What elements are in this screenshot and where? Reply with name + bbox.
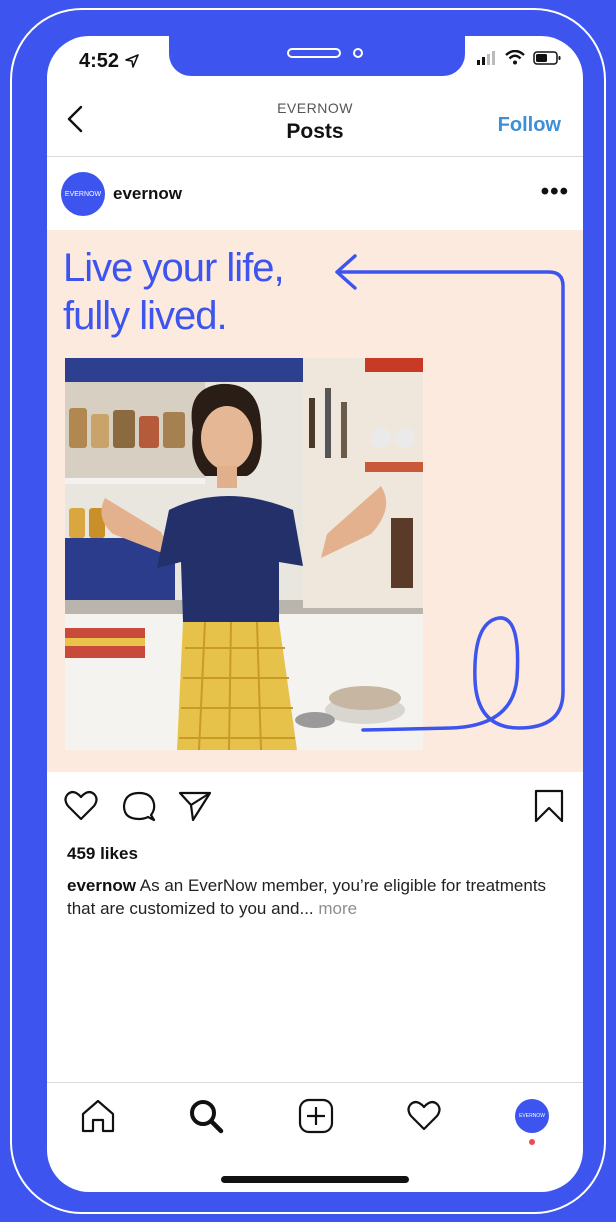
decorative-arrow-loop (335, 254, 565, 732)
speaker-grille (287, 48, 341, 58)
post-actions (47, 780, 583, 840)
notification-dot (529, 1139, 535, 1145)
search-icon[interactable] (187, 1097, 225, 1135)
status-icons (477, 50, 561, 65)
likes-count[interactable]: 459 likes (67, 844, 138, 864)
more-options-icon[interactable]: ••• (541, 178, 569, 206)
home-icon[interactable] (79, 1097, 117, 1135)
home-indicator[interactable] (221, 1176, 409, 1183)
caption-text: As an EverNow member, you’re eligible fo… (67, 876, 547, 918)
follow-button[interactable]: Follow (498, 114, 561, 137)
phone-screen: 4:52 EVERNOW Posts Follow EVERNOW everno… (47, 36, 583, 1192)
caption-more-link[interactable]: more (318, 899, 357, 918)
bookmark-icon[interactable] (531, 788, 567, 824)
post-image[interactable]: Live your life, fully lived. (47, 230, 583, 772)
post-caption: evernow As an EverNow member, you’re eli… (67, 874, 567, 920)
profile-tab-avatar[interactable]: EVERNOW (515, 1099, 549, 1133)
post-username[interactable]: evernow (113, 184, 182, 204)
wifi-icon (505, 50, 525, 65)
share-icon[interactable] (177, 788, 213, 824)
tab-bar: EVERNOW (47, 1082, 583, 1153)
nav-header: EVERNOW Posts Follow (47, 92, 583, 157)
post-header: EVERNOW evernow ••• (47, 158, 583, 230)
signal-icon (477, 50, 495, 65)
heart-icon[interactable] (63, 788, 99, 824)
comment-icon[interactable] (121, 788, 157, 824)
status-time: 4:52 (79, 50, 139, 73)
location-arrow-icon (124, 54, 139, 68)
activity-heart-icon[interactable] (405, 1097, 443, 1135)
front-camera (353, 48, 363, 58)
avatar[interactable]: EVERNOW (61, 172, 105, 216)
caption-username[interactable]: evernow (67, 876, 136, 895)
add-post-icon[interactable] (297, 1097, 335, 1135)
battery-icon (533, 50, 561, 65)
